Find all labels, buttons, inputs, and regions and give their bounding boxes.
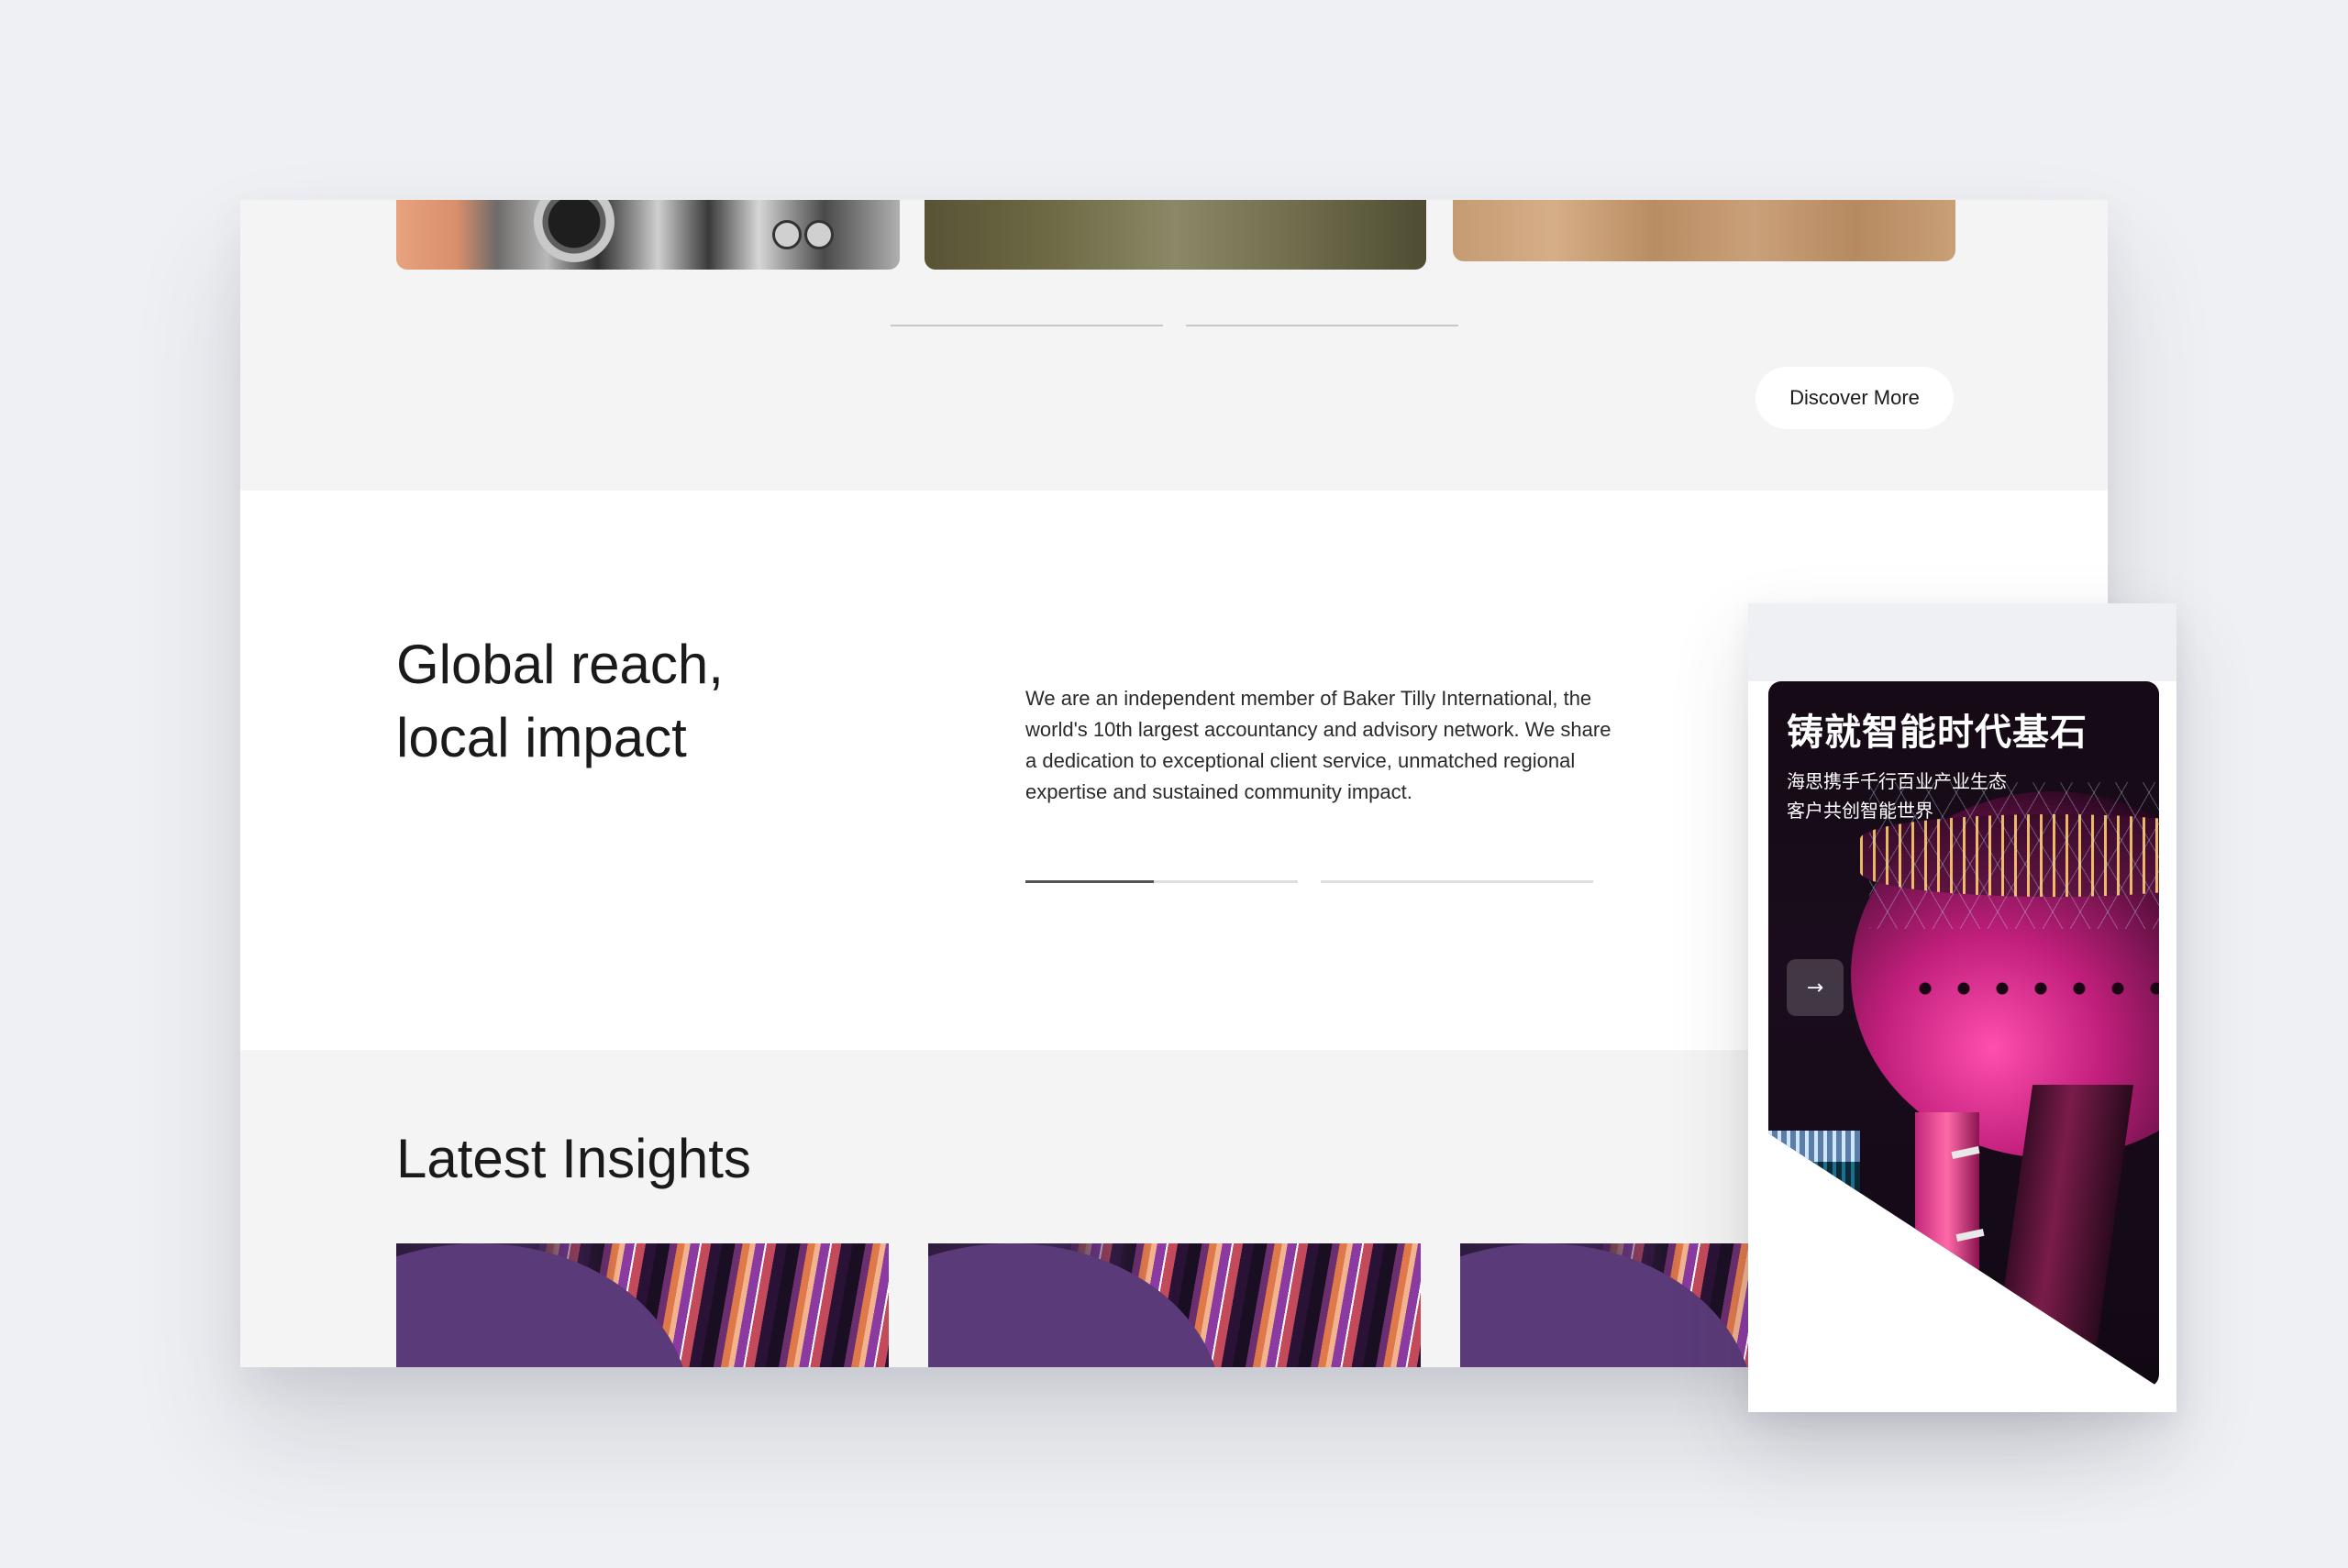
- discover-more-button[interactable]: Discover More: [1755, 367, 1954, 429]
- slider-track-1[interactable]: [1025, 880, 1298, 883]
- slider-track-2[interactable]: [1321, 880, 1593, 883]
- hero-subtitle-line-2: 客户共创智能世界: [1787, 801, 1933, 822]
- carousel-indicator-1[interactable]: [891, 325, 1163, 326]
- cassette-reel-graphic: [772, 220, 802, 249]
- headline-line-2: local impact: [396, 707, 687, 768]
- featured-section: Discover More: [240, 200, 2108, 491]
- hero-next-button[interactable]: →: [1787, 959, 1844, 1016]
- about-description: We are an independent member of Baker Ti…: [1025, 687, 1611, 803]
- hero-title: 铸就智能时代基石: [1787, 712, 2088, 753]
- hero-subtitle-line-1: 海思携手千行百业产业生态: [1787, 772, 2007, 792]
- insight-card-2[interactable]: [928, 1243, 1421, 1367]
- slider-progress-fill: [1025, 880, 1154, 883]
- insights-title: Latest Insights: [396, 1128, 751, 1189]
- mobile-mockup: 铸就智能时代基石 海思携手千行百业产业生态 客户共创智能世界 →: [1748, 603, 2176, 1412]
- hero-subtitle: 海思携手千行百业产业生态 客户共创智能世界: [1787, 767, 2062, 826]
- arrow-right-icon: →: [1806, 976, 1824, 999]
- mobile-header-band: [1748, 603, 2176, 681]
- insight-card-1[interactable]: [396, 1243, 889, 1367]
- headline-line-1: Global reach,: [396, 634, 724, 695]
- tower-windows-graphic: [1906, 979, 2159, 998]
- featured-card-image-1[interactable]: [396, 200, 900, 270]
- carousel-indicator-2[interactable]: [1186, 325, 1458, 326]
- featured-card-image-2[interactable]: [925, 200, 1426, 270]
- building-top-graphic: [1768, 1131, 1860, 1162]
- about-headline: Global reach, local impact: [396, 628, 873, 775]
- featured-card-image-3[interactable]: [1453, 200, 1955, 261]
- cassette-reel-graphic: [804, 220, 834, 249]
- speaker-graphic: [534, 200, 615, 262]
- mobile-hero-banner[interactable]: 铸就智能时代基石 海思携手千行百业产业生态 客户共创智能世界 →: [1768, 681, 2159, 1387]
